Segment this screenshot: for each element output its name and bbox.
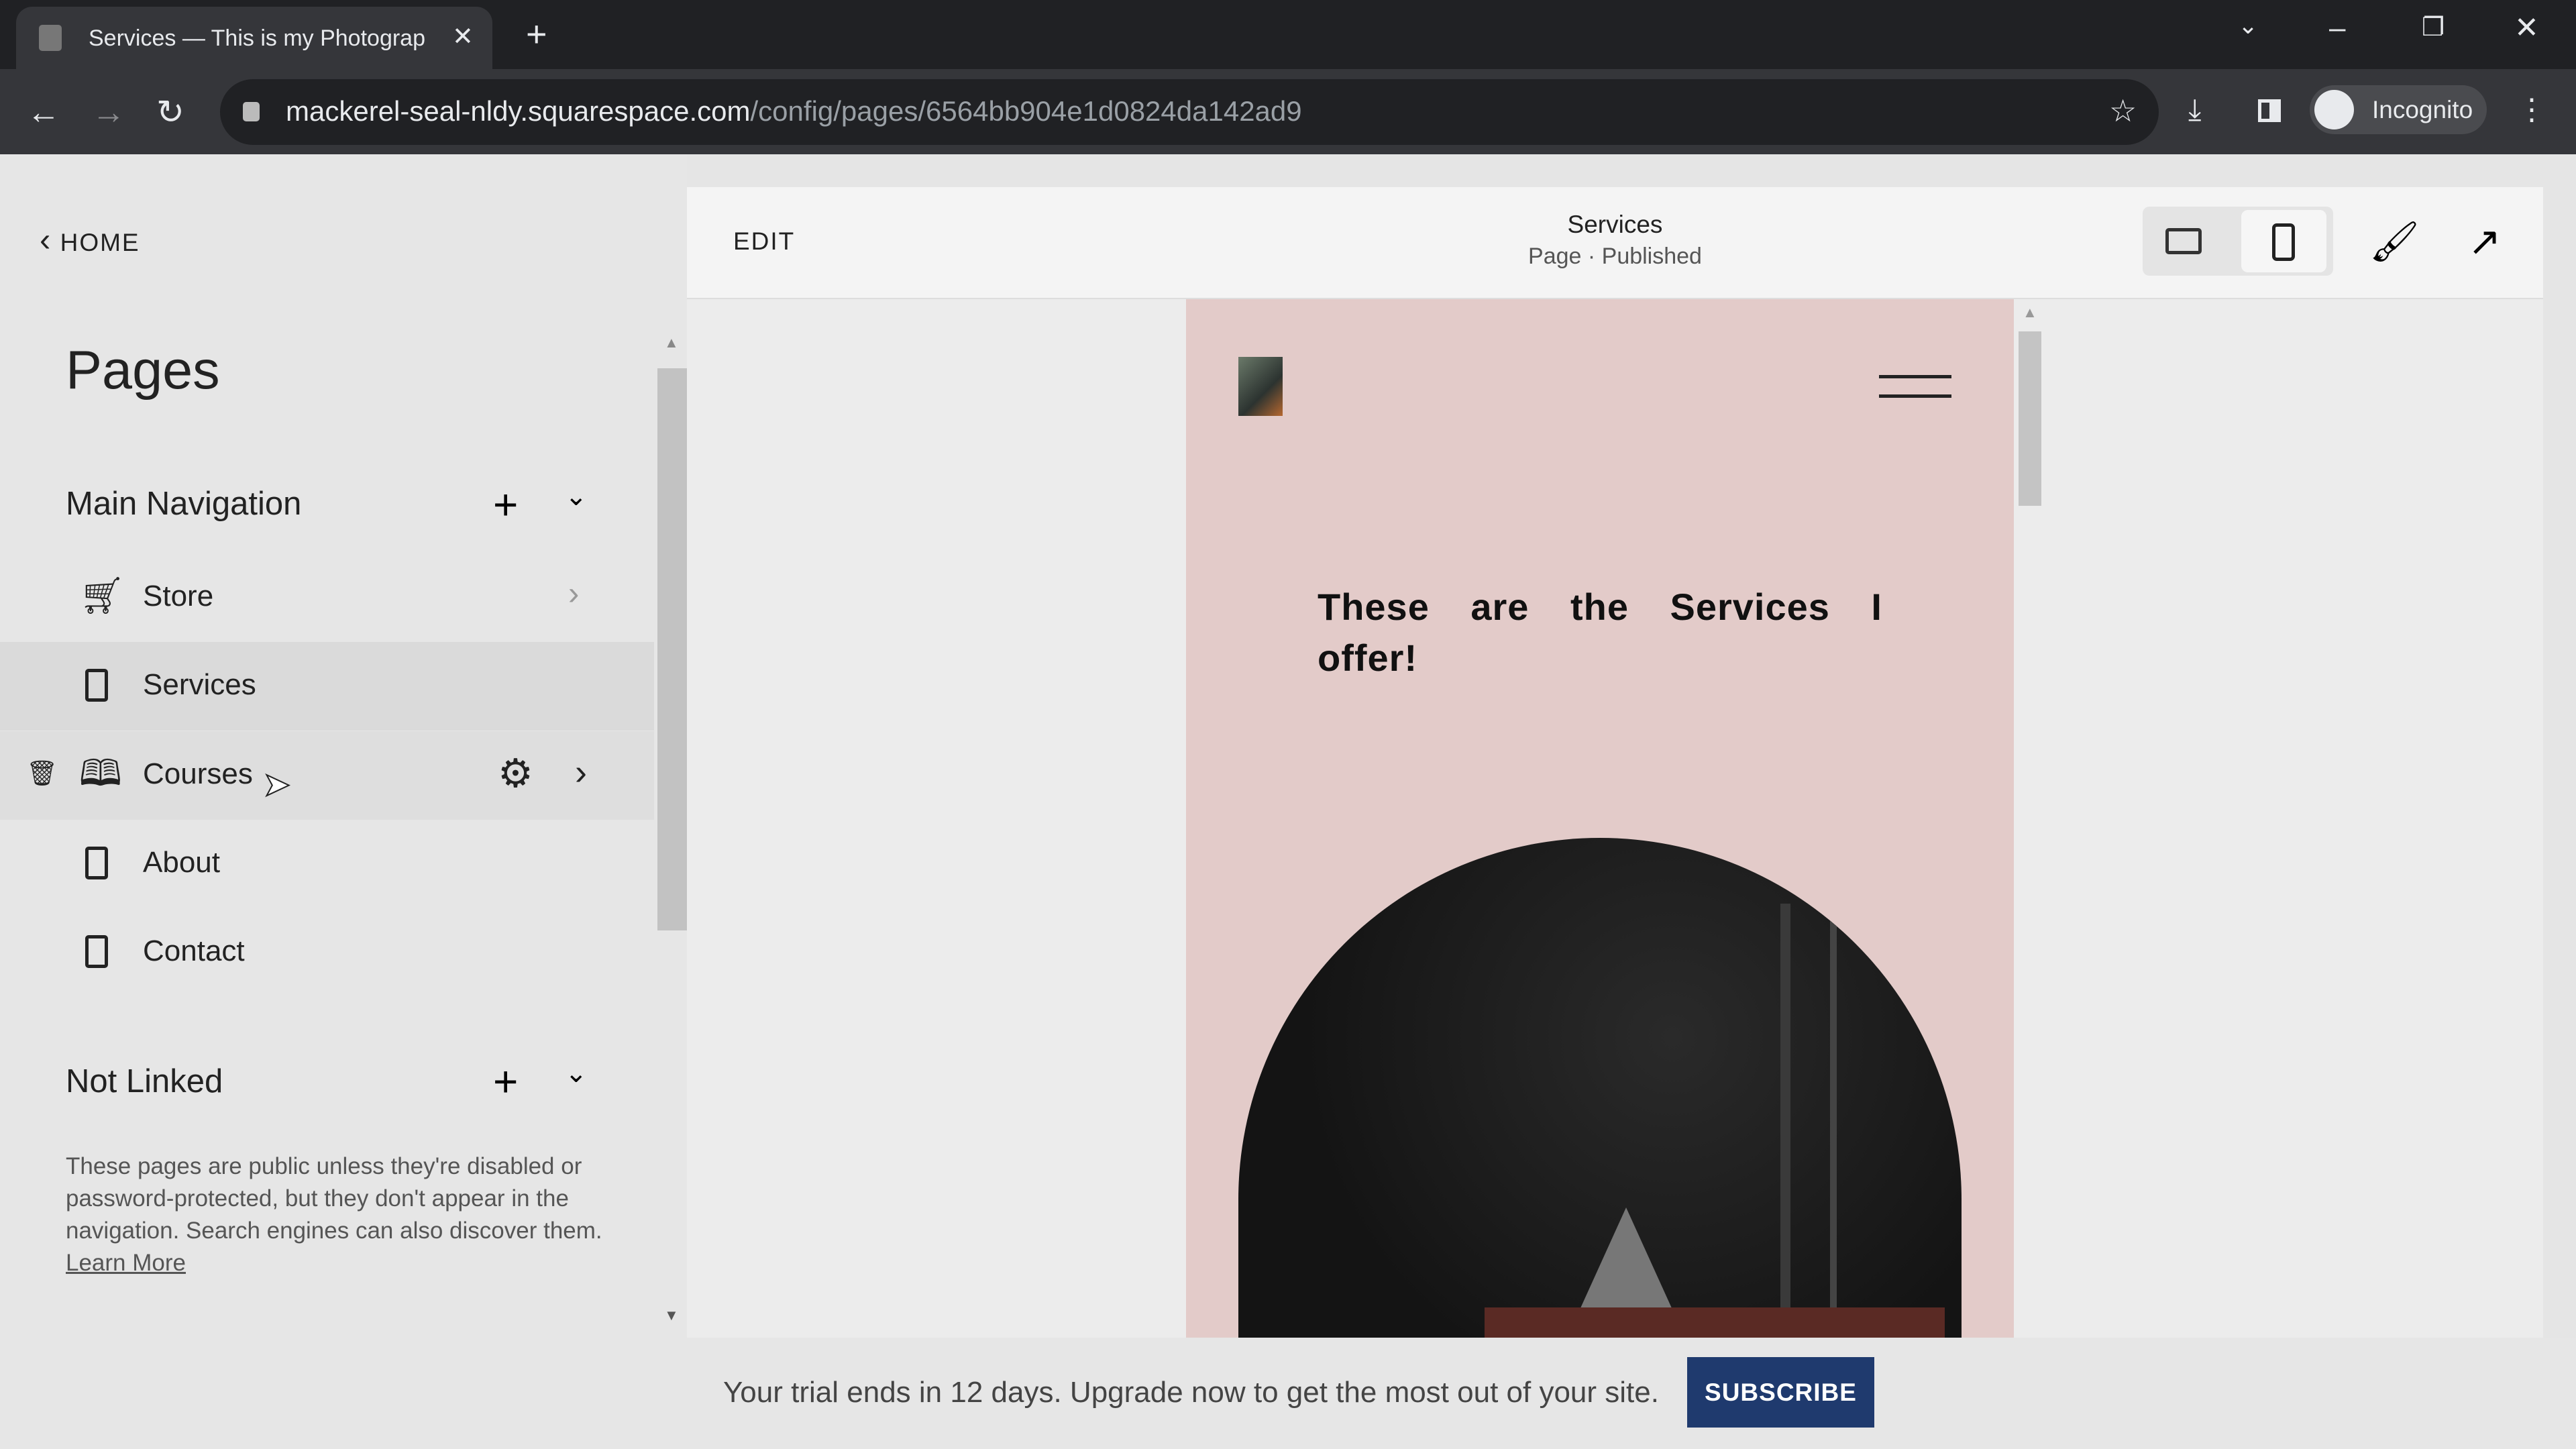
preview-heading: These are the Services I offer! (1318, 586, 1882, 679)
not-linked-description: These pages are public unless they're di… (66, 1150, 604, 1279)
page-icon (85, 847, 108, 879)
url-path: /config/pages/6564bb904e1d0824da142ad9 (750, 95, 1302, 127)
item-label: Store (143, 580, 214, 612)
preview-scrollbar[interactable]: ▲ (2017, 305, 2043, 1338)
editor-header: EDIT Services Page · Published 🖌︎ ↗ (687, 187, 2543, 299)
home-label: HOME (60, 229, 140, 256)
item-label: Courses (143, 757, 253, 790)
sidebar-item-store[interactable]: 🛒︎ Store › (0, 553, 654, 642)
hamburger-menu-icon[interactable] (1879, 375, 1951, 398)
new-tab-icon[interactable]: + (526, 16, 547, 52)
trash-icon[interactable]: 🗑︎ (26, 761, 58, 786)
minimize-icon[interactable]: – (2329, 13, 2345, 43)
cart-icon: 🛒︎ (79, 576, 125, 616)
lock-icon (243, 102, 260, 121)
forward-icon[interactable]: → (92, 95, 125, 129)
scroll-thumb[interactable] (657, 368, 687, 930)
restore-icon[interactable]: ❐ (2422, 15, 2445, 40)
design-brush-icon[interactable]: 🖌︎ (2369, 222, 2420, 262)
main-navigation-heading: Main Navigation (66, 486, 302, 522)
description-text: These pages are public unless they're di… (66, 1153, 602, 1244)
home-back-link[interactable]: ‹ HOME (40, 224, 140, 257)
sidebar-item-services[interactable]: Services (0, 642, 654, 731)
collapse-chevron-icon[interactable]: ⌄ (565, 483, 588, 510)
collapse-chevron-icon[interactable]: ⌄ (565, 1060, 588, 1087)
not-linked-heading: Not Linked (66, 1063, 223, 1099)
menu-kebab-icon[interactable]: ⋮ (2517, 95, 2546, 125)
back-icon[interactable]: ← (27, 95, 60, 129)
page-title: Pages (66, 340, 220, 400)
pages-sidebar: ‹ HOME Pages Main Navigation + ⌄ 🛒︎ Stor… (0, 154, 687, 1338)
scroll-up-icon[interactable]: ▲ (664, 335, 679, 350)
site-logo (1238, 357, 1283, 416)
profile-label: Incognito (2372, 96, 2473, 123)
sidebar-scrollbar[interactable]: ▲ ▼ (657, 335, 687, 1338)
learn-more-link[interactable]: Learn More (66, 1250, 186, 1276)
tab-title: Services — This is my Photograp (89, 26, 425, 51)
chevron-right-icon[interactable]: › (575, 754, 587, 790)
sidebar-item-contact[interactable]: Contact (0, 908, 654, 997)
incognito-profile[interactable]: Incognito (2310, 85, 2487, 134)
item-label: About (143, 846, 220, 879)
mobile-view-icon[interactable] (2241, 210, 2326, 272)
squarespace-favicon (39, 25, 62, 51)
page-icon (85, 669, 108, 702)
page-icon (85, 935, 108, 968)
item-label: Contact (143, 934, 245, 967)
trial-message: Your trial ends in 12 days. Upgrade now … (723, 1376, 1659, 1409)
close-tab-icon[interactable]: ✕ (452, 24, 474, 50)
scroll-thumb[interactable] (2019, 331, 2041, 506)
preview-image (1238, 838, 1962, 1338)
scroll-up-icon[interactable]: ▲ (2023, 305, 2037, 320)
subscribe-button[interactable]: SUBSCRIBE (1687, 1357, 1874, 1428)
sidebar-item-courses[interactable]: 🗑︎ 🕮 Courses ⚙ › (0, 731, 654, 820)
add-page-icon[interactable]: + (493, 1060, 518, 1103)
incognito-icon (2314, 90, 2354, 129)
sidebar-item-about[interactable]: About (0, 820, 654, 908)
desktop-view-icon[interactable] (2165, 228, 2202, 254)
device-toggle (2143, 207, 2333, 276)
gear-icon[interactable]: ⚙ (498, 754, 533, 794)
add-page-icon[interactable]: + (493, 483, 518, 526)
chevron-left-icon: ‹ (40, 222, 52, 258)
mouse-cursor: ➤ (262, 767, 291, 803)
trial-banner: Your trial ends in 12 days. Upgrade now … (0, 1338, 2576, 1449)
address-bar[interactable]: mackerel-seal-nldy.squarespace.com/confi… (220, 79, 2159, 145)
url-host: mackerel-seal-nldy.squarespace.com (286, 95, 751, 127)
tab-search-icon[interactable]: ⌄ (2238, 13, 2258, 38)
bookmark-star-icon[interactable]: ☆ (2109, 95, 2137, 126)
close-window-icon[interactable]: ✕ (2514, 13, 2539, 43)
course-icon: 🕮 (79, 753, 122, 794)
open-external-icon[interactable]: ↗ (2468, 222, 2501, 262)
download-icon[interactable]: ⤓ (2188, 95, 2201, 125)
mobile-preview[interactable]: These are the Services I offer! (1186, 299, 2014, 1338)
side-panel-icon[interactable] (2258, 99, 2281, 122)
reload-icon[interactable]: ↻ (156, 95, 184, 129)
item-label: Services (143, 668, 256, 701)
screen: Services — This is my Photograp ✕ + ⌄ – … (0, 0, 2576, 1449)
chevron-right-icon[interactable]: › (568, 578, 579, 610)
scroll-down-icon[interactable]: ▼ (664, 1308, 679, 1323)
browser-tab[interactable]: Services — This is my Photograp ✕ (16, 7, 492, 69)
